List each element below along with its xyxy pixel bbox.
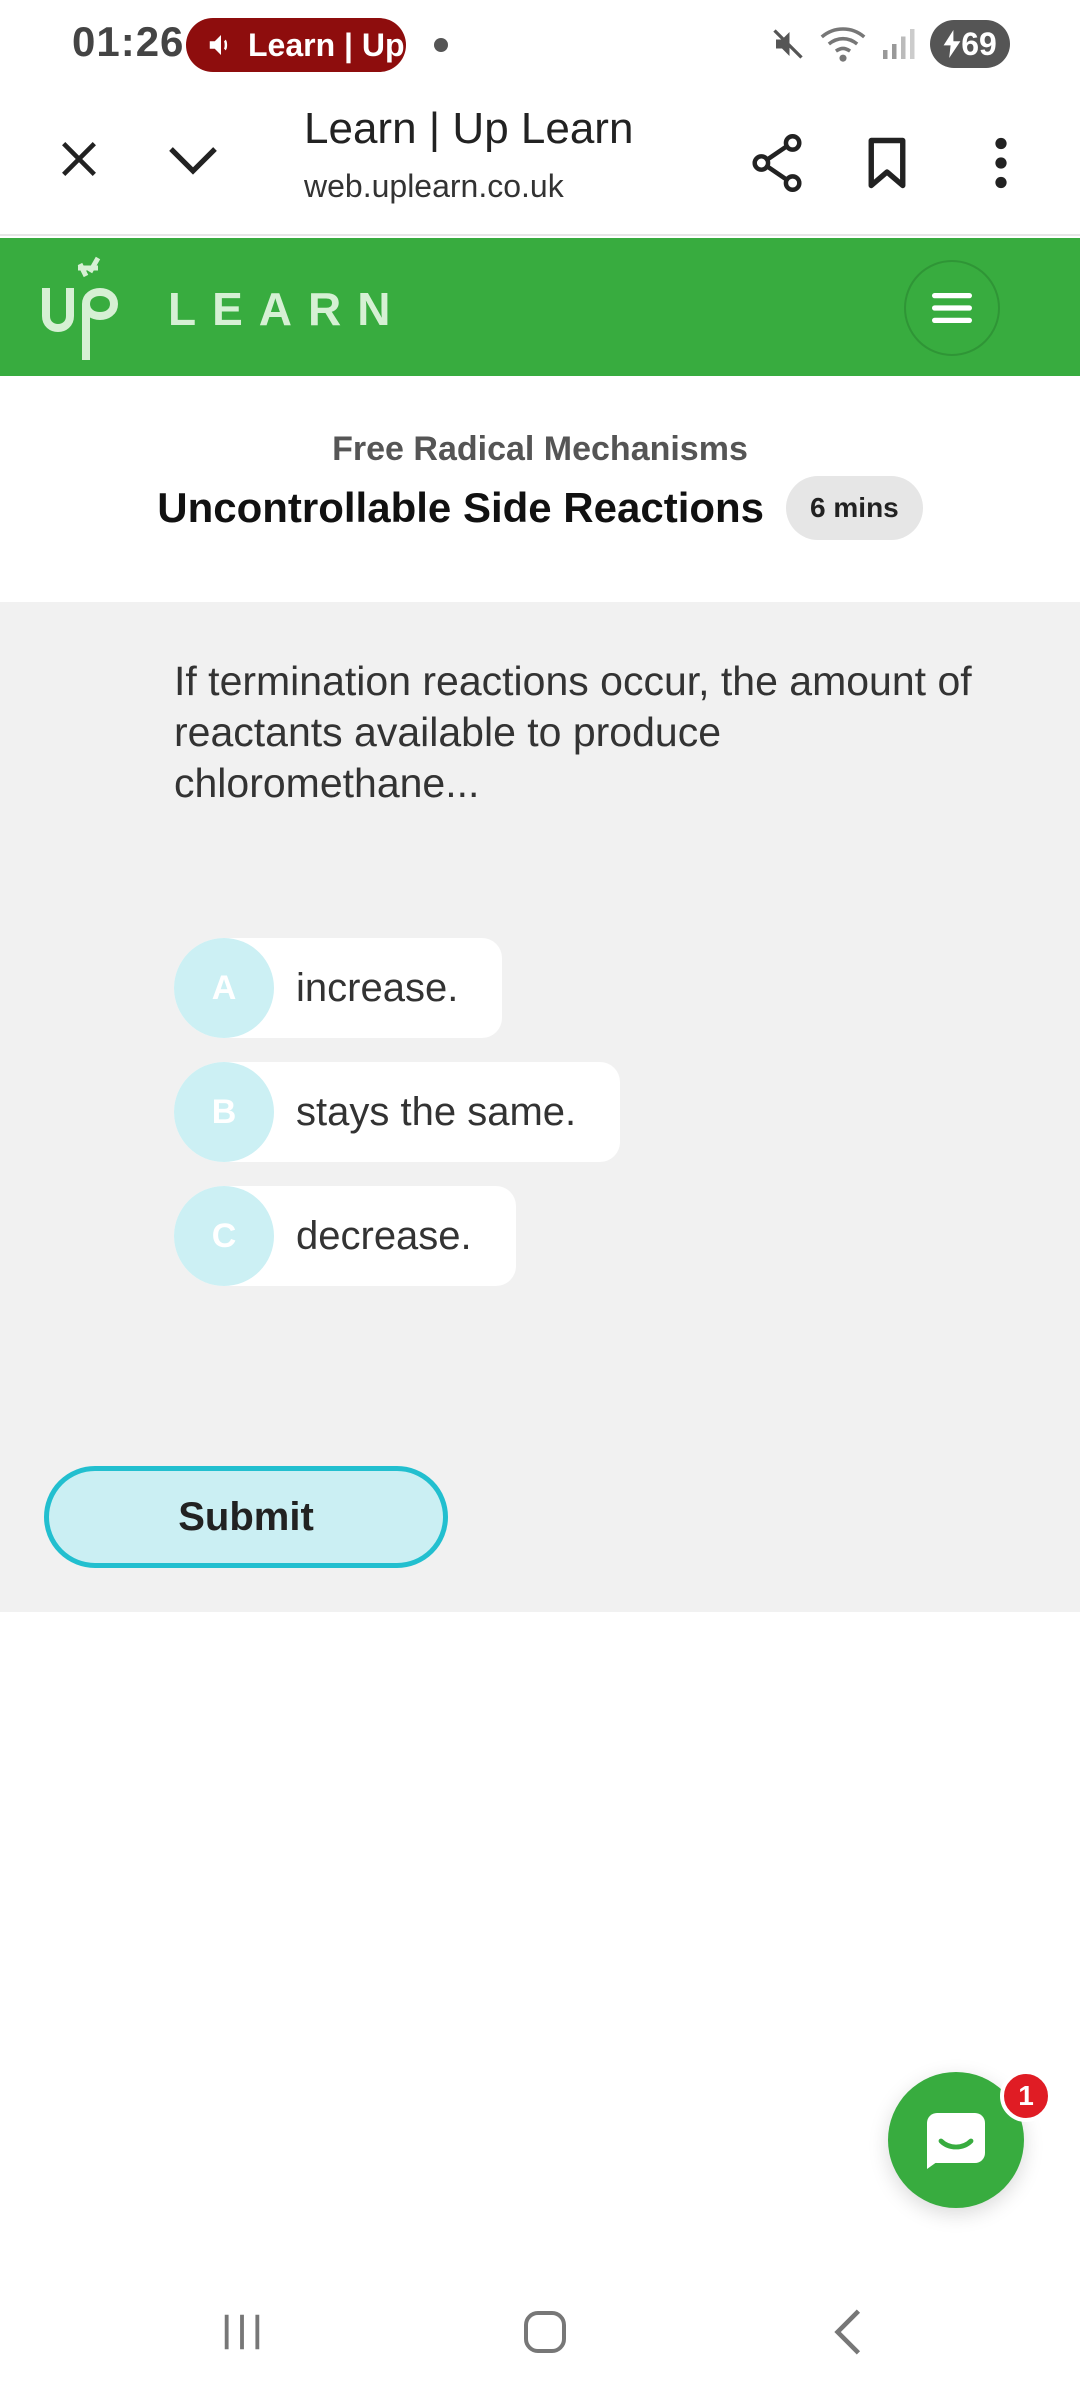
option-letter: C (174, 1186, 274, 1286)
back-button[interactable] (808, 2302, 888, 2362)
media-playing-pill[interactable]: Learn | Up (186, 18, 406, 72)
option-letter: B (174, 1062, 274, 1162)
chevron-down-icon (169, 147, 217, 175)
wifi-icon (820, 27, 866, 62)
hamburger-menu-icon (932, 293, 972, 323)
more-vert-icon (995, 137, 1007, 189)
browser-page-url[interactable]: web.uplearn.co.uk (304, 168, 564, 205)
recents-icon (224, 2314, 260, 2350)
home-icon (524, 2311, 566, 2353)
chat-icon (927, 2113, 985, 2169)
site-menu-button[interactable] (904, 260, 1000, 356)
status-time: 01:26 (72, 18, 185, 65)
bookmark-button[interactable] (850, 126, 924, 200)
option-text: decrease. (296, 1213, 472, 1258)
home-button[interactable] (505, 2302, 585, 2362)
chat-notification-badge: 1 (1000, 2070, 1052, 2122)
option-letter: A (174, 938, 274, 1038)
more-options-button[interactable] (966, 126, 1036, 200)
mute-icon (773, 29, 803, 59)
share-icon (752, 134, 802, 192)
status-bar: 01:26 Learn | Up 69 (0, 0, 1080, 90)
logo-text: LEARN (168, 283, 407, 335)
submit-button[interactable]: Submit (44, 1466, 448, 1568)
close-icon (62, 142, 96, 176)
duration-badge: 6 mins (786, 476, 923, 540)
close-tab-button[interactable] (46, 126, 112, 192)
site-header: LEARN (0, 238, 1080, 376)
notification-dot (434, 38, 448, 52)
up-logo-mark-icon (42, 256, 119, 360)
recents-button[interactable] (202, 2302, 282, 2362)
back-icon (834, 2309, 861, 2355)
status-icons: 69 (770, 20, 1010, 68)
system-navigation-bar (0, 2262, 1080, 2400)
up-learn-logo[interactable]: LEARN (38, 252, 406, 366)
battery-indicator: 69 (930, 20, 1010, 68)
option-text: stays the same. (296, 1089, 577, 1134)
lesson-header: Free Radical Mechanisms Uncontrollable S… (0, 376, 1080, 602)
charging-icon (943, 30, 961, 58)
browser-toolbar: Learn | Up Learn web.uplearn.co.uk (0, 90, 1080, 236)
share-button[interactable] (740, 126, 814, 200)
collapse-button[interactable] (158, 126, 228, 192)
browser-page-title: Learn | Up Learn (304, 104, 634, 153)
option-text: increase. (296, 965, 459, 1010)
lesson-title-row: Uncontrollable Side Reactions 6 mins (0, 476, 1080, 540)
question-panel: If termination reactions occur, the amou… (0, 602, 1080, 1612)
question-text: If termination reactions occur, the amou… (174, 658, 972, 806)
media-pill-label: Learn | Up (248, 26, 405, 63)
lesson-topic: Free Radical Mechanisms (332, 430, 748, 468)
speaker-icon (209, 35, 228, 55)
answer-option-a[interactable]: A increase. (174, 938, 503, 1038)
battery-level: 69 (961, 25, 997, 62)
lesson-title: Uncontrollable Side Reactions (157, 484, 765, 531)
answer-option-c[interactable]: C decrease. (174, 1186, 516, 1286)
bookmark-icon (868, 137, 906, 189)
signal-icon (883, 29, 915, 59)
answer-option-b[interactable]: B stays the same. (174, 1062, 621, 1162)
